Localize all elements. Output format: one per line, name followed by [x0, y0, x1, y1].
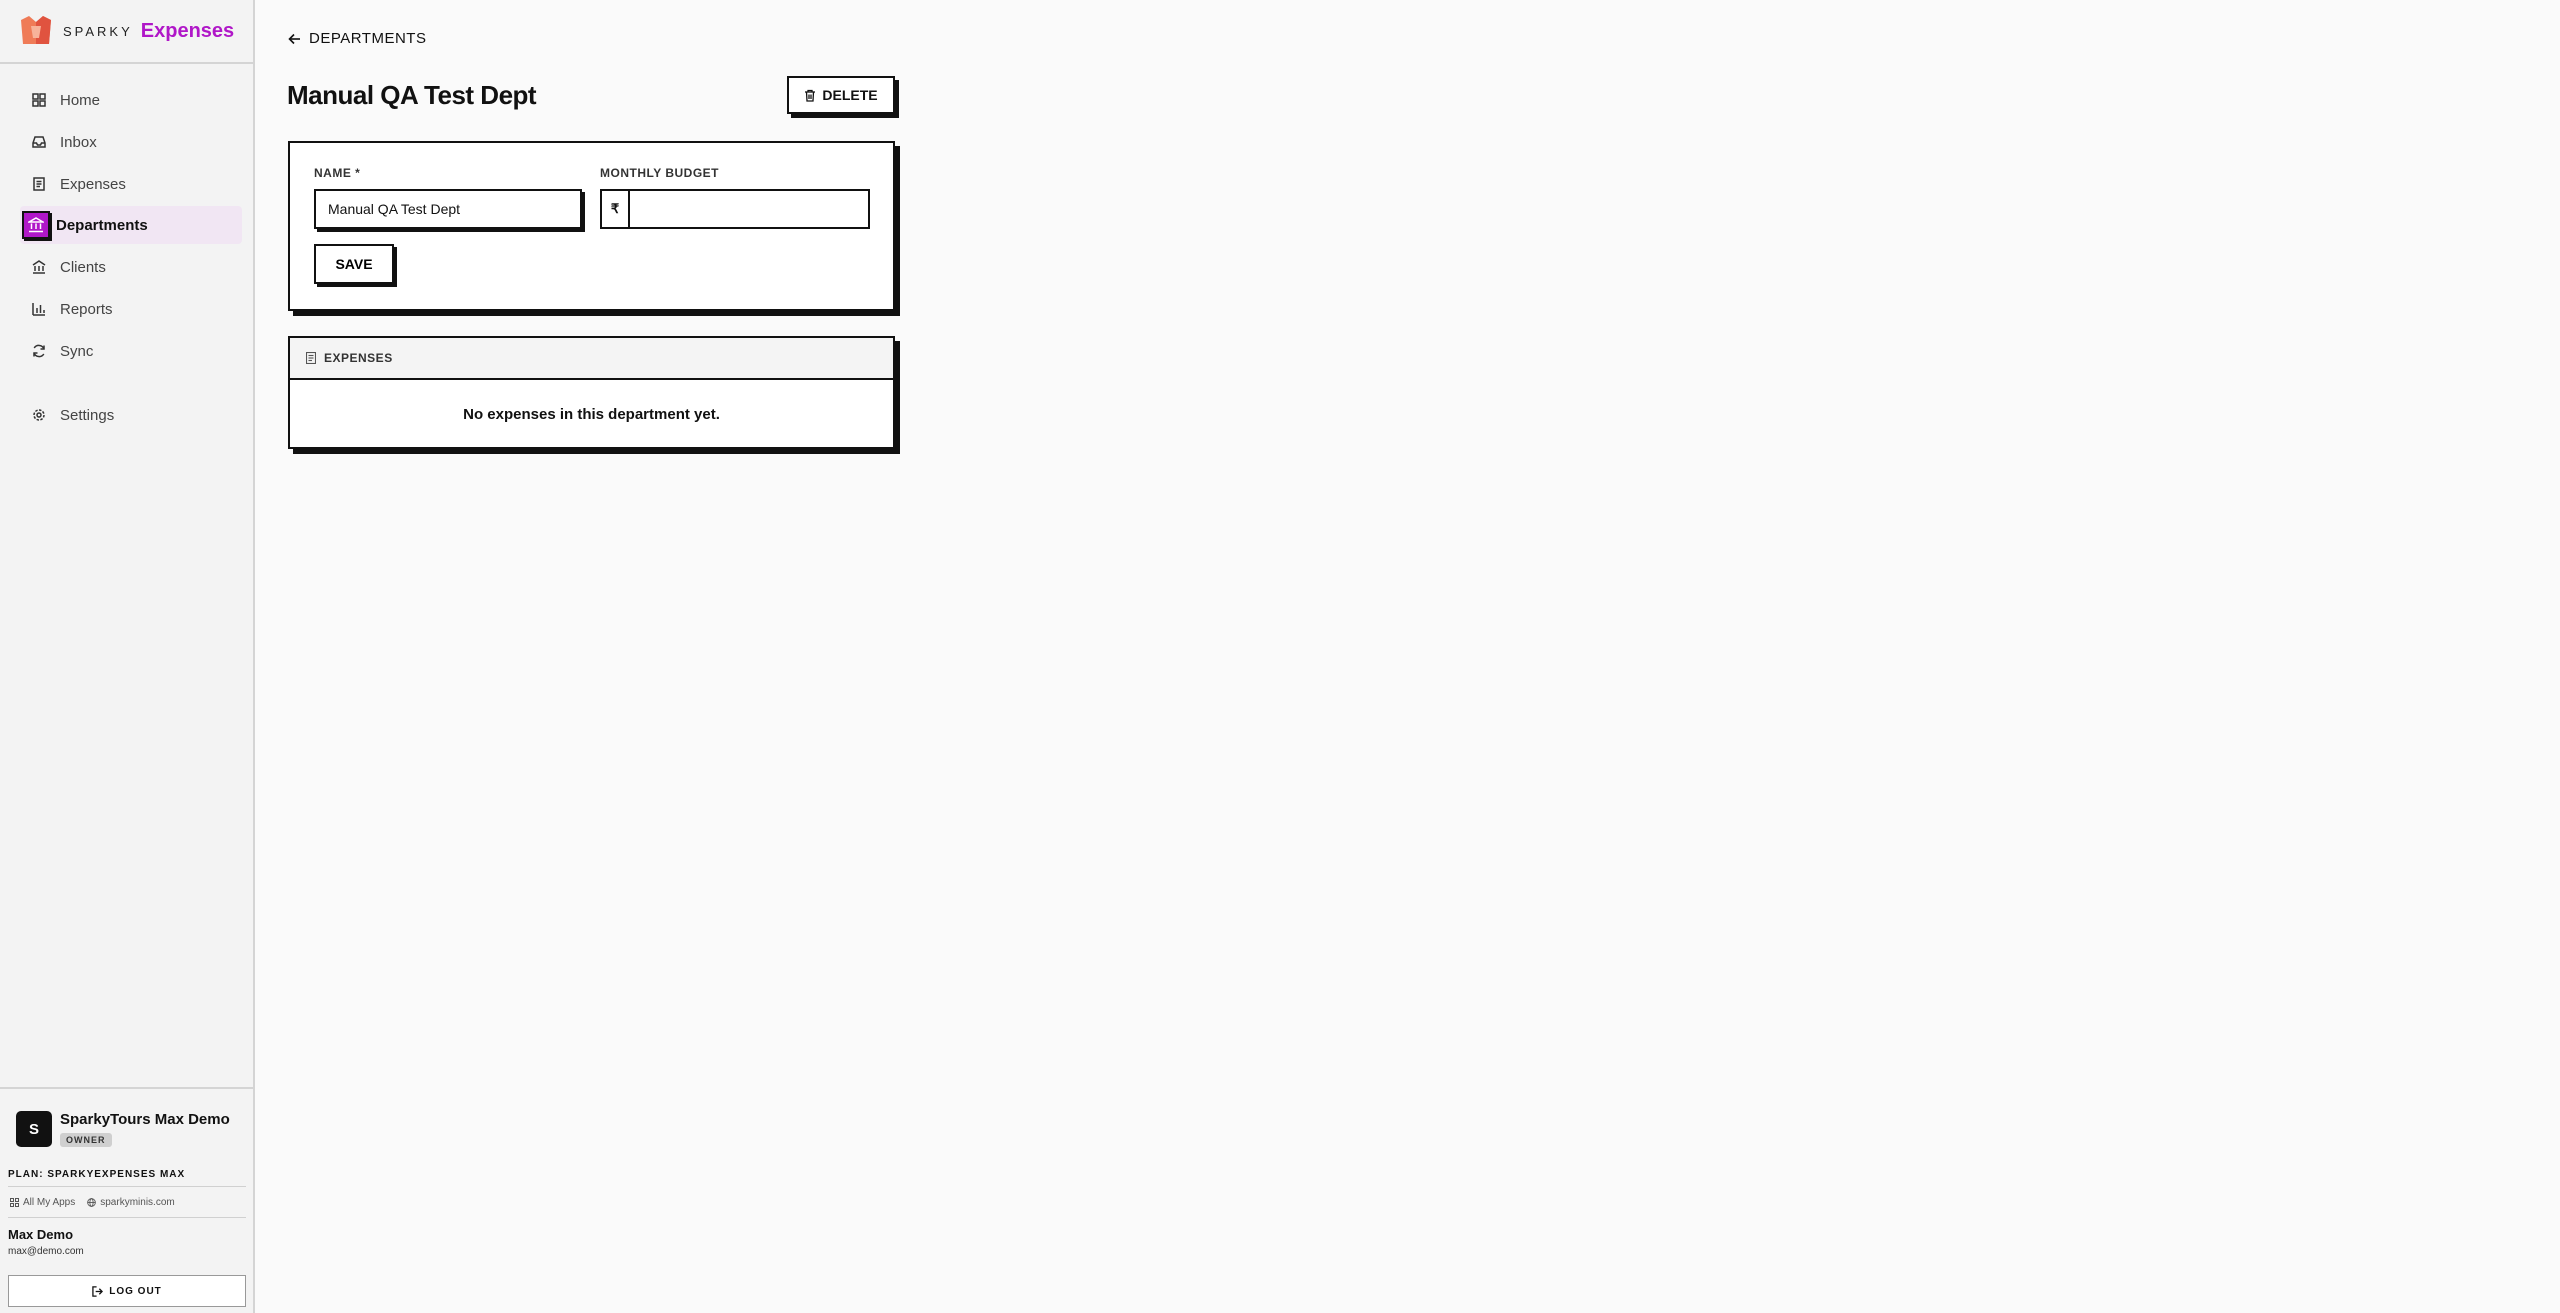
role-badge: OWNER — [60, 1133, 112, 1147]
expenses-title: EXPENSES — [324, 351, 393, 365]
expenses-header: EXPENSES — [290, 338, 893, 380]
website-link[interactable]: sparkyminis.com — [87, 1197, 175, 1208]
department-form: NAME * MONTHLY BUDGET ₹ SAVE — [288, 141, 895, 311]
brand-name: Expenses — [140, 19, 235, 42]
nav-item-departments[interactable]: Departments — [20, 206, 242, 244]
brand-prefix: SPARKY — [63, 23, 133, 39]
nav-item-reports[interactable]: Reports — [20, 290, 242, 328]
delete-label: DELETE — [822, 87, 878, 103]
org-switcher[interactable]: S SparkyTours Max Demo OWNER — [16, 1111, 230, 1148]
sparky-logo-icon — [19, 14, 53, 48]
app-links: All My Apps sparkyminis.com — [10, 1197, 187, 1208]
logout-label: LOG OUT — [109, 1285, 162, 1297]
apps-grid-icon — [10, 1198, 19, 1207]
budget-label: MONTHLY BUDGET — [600, 166, 720, 180]
home-grid-icon — [24, 85, 54, 115]
receipt-icon — [24, 169, 54, 199]
nav-item-inbox[interactable]: Inbox — [20, 123, 242, 161]
logout-button[interactable]: LOG OUT — [8, 1275, 246, 1307]
logout-icon — [92, 1285, 104, 1297]
currency-symbol: ₹ — [602, 191, 630, 227]
bank-icon — [22, 211, 50, 239]
nav-item-clients[interactable]: Clients — [20, 248, 242, 286]
delete-button[interactable]: DELETE — [787, 76, 895, 114]
nav-label: Settings — [60, 406, 115, 424]
name-label: NAME * — [314, 166, 361, 180]
budget-input[interactable] — [630, 191, 868, 227]
gear-icon — [24, 400, 54, 430]
sync-icon — [24, 336, 54, 366]
name-input[interactable] — [314, 189, 582, 229]
arrow-left-icon — [288, 33, 300, 44]
user-name: Max Demo — [8, 1227, 74, 1242]
nav-label: Inbox — [60, 133, 97, 151]
back-link[interactable]: DEPARTMENTS — [288, 30, 426, 47]
trash-icon — [805, 89, 816, 102]
nav-label: Clients — [60, 258, 106, 276]
account-panel: S SparkyTours Max Demo OWNER PLAN: SPARK… — [0, 1087, 253, 1313]
plan-label: PLAN: SPARKYEXPENSES MAX — [8, 1169, 186, 1180]
all-apps-label: All My Apps — [23, 1197, 76, 1208]
nav-label: Sync — [60, 342, 94, 360]
nav-label: Expenses — [60, 175, 126, 193]
user-email: max@demo.com — [8, 1246, 84, 1257]
save-button[interactable]: SAVE — [314, 244, 394, 284]
divider — [8, 1186, 246, 1187]
building-icon — [24, 252, 54, 282]
website-label: sparkyminis.com — [100, 1197, 175, 1208]
nav-label: Departments — [56, 216, 148, 234]
sidebar: SPARKY Expenses Home Inbox Expenses Depa… — [0, 0, 255, 1313]
nav-item-expenses[interactable]: Expenses — [20, 165, 242, 203]
nav-item-home[interactable]: Home — [20, 81, 242, 119]
nav-item-settings[interactable]: Settings — [20, 396, 242, 434]
nav-label: Home — [60, 91, 101, 109]
expenses-panel: EXPENSES No expenses in this department … — [288, 336, 895, 449]
divider — [8, 1217, 246, 1218]
org-name: SparkyTours Max Demo — [60, 1111, 230, 1128]
inbox-icon — [24, 127, 54, 157]
nav-label: Reports — [60, 300, 113, 318]
org-avatar: S — [16, 1111, 52, 1147]
receipt-icon — [306, 352, 316, 364]
bar-chart-icon — [24, 294, 54, 324]
back-label: DEPARTMENTS — [309, 30, 427, 47]
budget-field: ₹ — [600, 189, 870, 229]
globe-icon — [87, 1198, 97, 1207]
nav-item-sync[interactable]: Sync — [20, 332, 242, 370]
all-apps-link[interactable]: All My Apps — [10, 1197, 75, 1208]
brand[interactable]: SPARKY Expenses — [0, 0, 253, 64]
empty-state-text: No expenses in this department yet. — [463, 406, 720, 423]
page-title: Manual QA Test Dept — [287, 80, 537, 110]
